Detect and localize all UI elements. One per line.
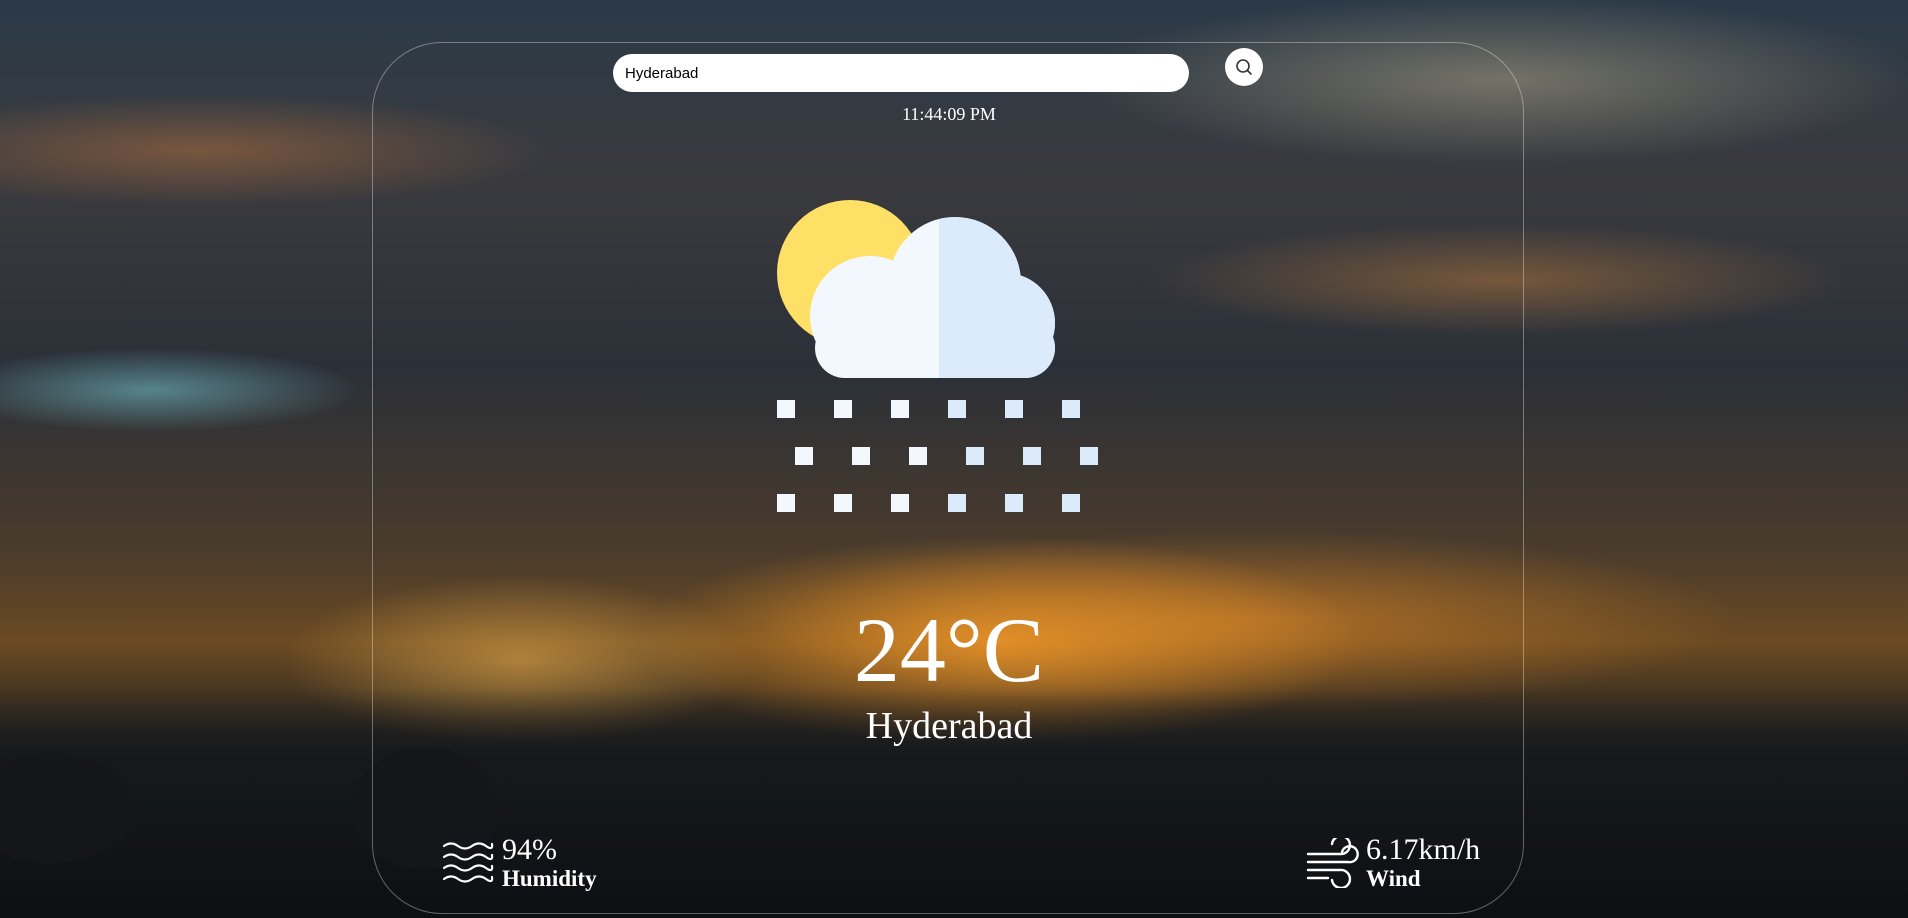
wind-stat: 6.17km/h Wind bbox=[1306, 834, 1480, 892]
search-icon bbox=[1236, 59, 1252, 75]
humidity-stat: 94% Humidity bbox=[442, 834, 597, 892]
sun-cloud-snow-icon bbox=[777, 200, 1098, 512]
wind-icon bbox=[1306, 838, 1359, 888]
search-input[interactable] bbox=[613, 54, 1189, 92]
city-name: Hyderabad bbox=[865, 705, 1033, 747]
wind-label: Wind bbox=[1366, 866, 1421, 891]
search-button[interactable] bbox=[1225, 48, 1263, 86]
humidity-value: 94% bbox=[502, 833, 557, 866]
temperature: 24°C bbox=[853, 599, 1045, 701]
humidity-label: Humidity bbox=[502, 866, 597, 891]
wind-value: 6.17km/h bbox=[1366, 833, 1481, 866]
current-time: 11:44:09 PM bbox=[902, 104, 996, 124]
humidity-waves-icon bbox=[442, 842, 494, 883]
